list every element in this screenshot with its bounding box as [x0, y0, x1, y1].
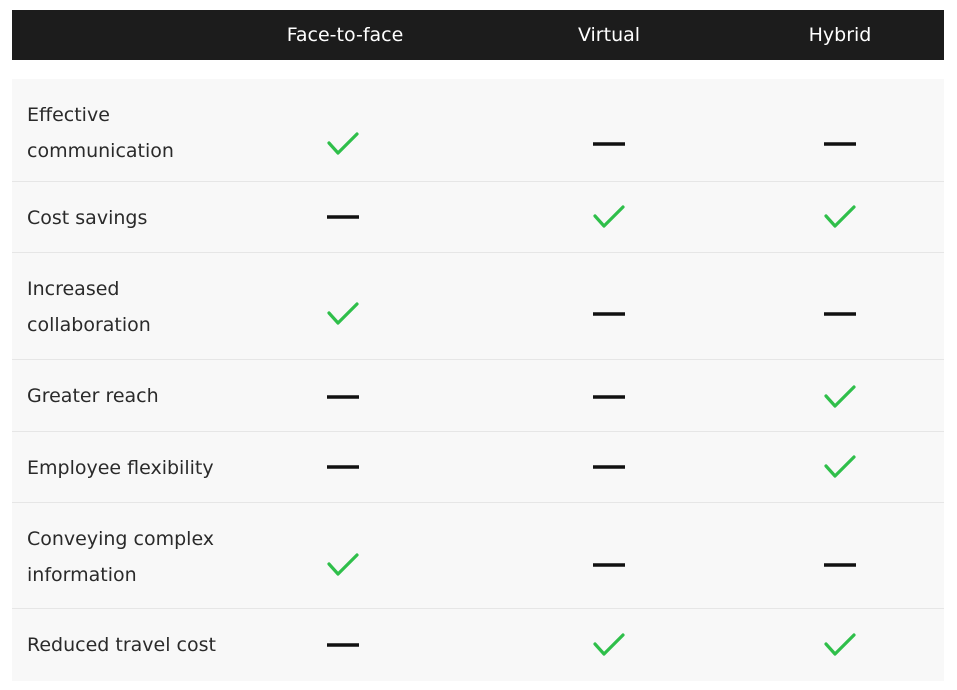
column-header-virtual: Virtual [577, 24, 641, 46]
check-icon [588, 630, 632, 660]
table-row: Conveying complex information [12, 503, 944, 609]
check-icon [322, 129, 366, 159]
row-label: Employee flexibility [27, 450, 287, 486]
dash-icon [322, 630, 366, 660]
row-label: Cost savings [27, 200, 287, 236]
check-icon [819, 630, 863, 660]
check-icon [819, 382, 863, 412]
column-header-hybrid: Hybrid [808, 24, 872, 46]
table-row: Effective communication [12, 79, 944, 182]
check-icon [322, 550, 366, 580]
dash-icon [819, 299, 863, 329]
row-label-line: communication [27, 140, 174, 162]
table-header: Face-to-face Virtual Hybrid [12, 10, 944, 60]
row-label-line: Reduced travel cost [27, 633, 216, 656]
table-row: Cost savings [12, 182, 944, 253]
row-label-line: information [27, 564, 137, 586]
table-row: Increased collaboration [12, 253, 944, 360]
column-header-face-to-face: Face-to-face [286, 24, 404, 46]
dash-icon [588, 299, 632, 329]
row-label: Reduced travel cost [27, 627, 287, 663]
row-label: Effective communication [27, 97, 287, 169]
dash-icon [322, 382, 366, 412]
check-icon [322, 299, 366, 329]
comparison-table: Effective communication Cost savings Increa… [12, 79, 944, 681]
row-label: Increased collaboration [27, 271, 287, 343]
row-label-line: Increased [27, 278, 120, 300]
check-icon [819, 202, 863, 232]
table-row: Reduced travel cost [12, 609, 944, 681]
dash-icon [588, 382, 632, 412]
table-row: Greater reach [12, 360, 944, 432]
dash-icon [819, 550, 863, 580]
row-label-line: Employee flexibility [27, 456, 214, 479]
dash-icon [322, 452, 366, 482]
dash-icon [588, 452, 632, 482]
row-label: Greater reach [27, 378, 287, 414]
row-label-line: Greater reach [27, 384, 159, 407]
row-label-line: Effective [27, 104, 110, 126]
table-row: Employee flexibility [12, 432, 944, 503]
dash-icon [819, 129, 863, 159]
row-label-line: Cost savings [27, 206, 148, 229]
check-icon [819, 452, 863, 482]
dash-icon [322, 202, 366, 232]
row-label-line: Conveying complex [27, 528, 215, 550]
dash-icon [588, 550, 632, 580]
row-label: Conveying complex information [27, 521, 287, 593]
check-icon [588, 202, 632, 232]
dash-icon [588, 129, 632, 159]
row-label-line: collaboration [27, 314, 151, 336]
